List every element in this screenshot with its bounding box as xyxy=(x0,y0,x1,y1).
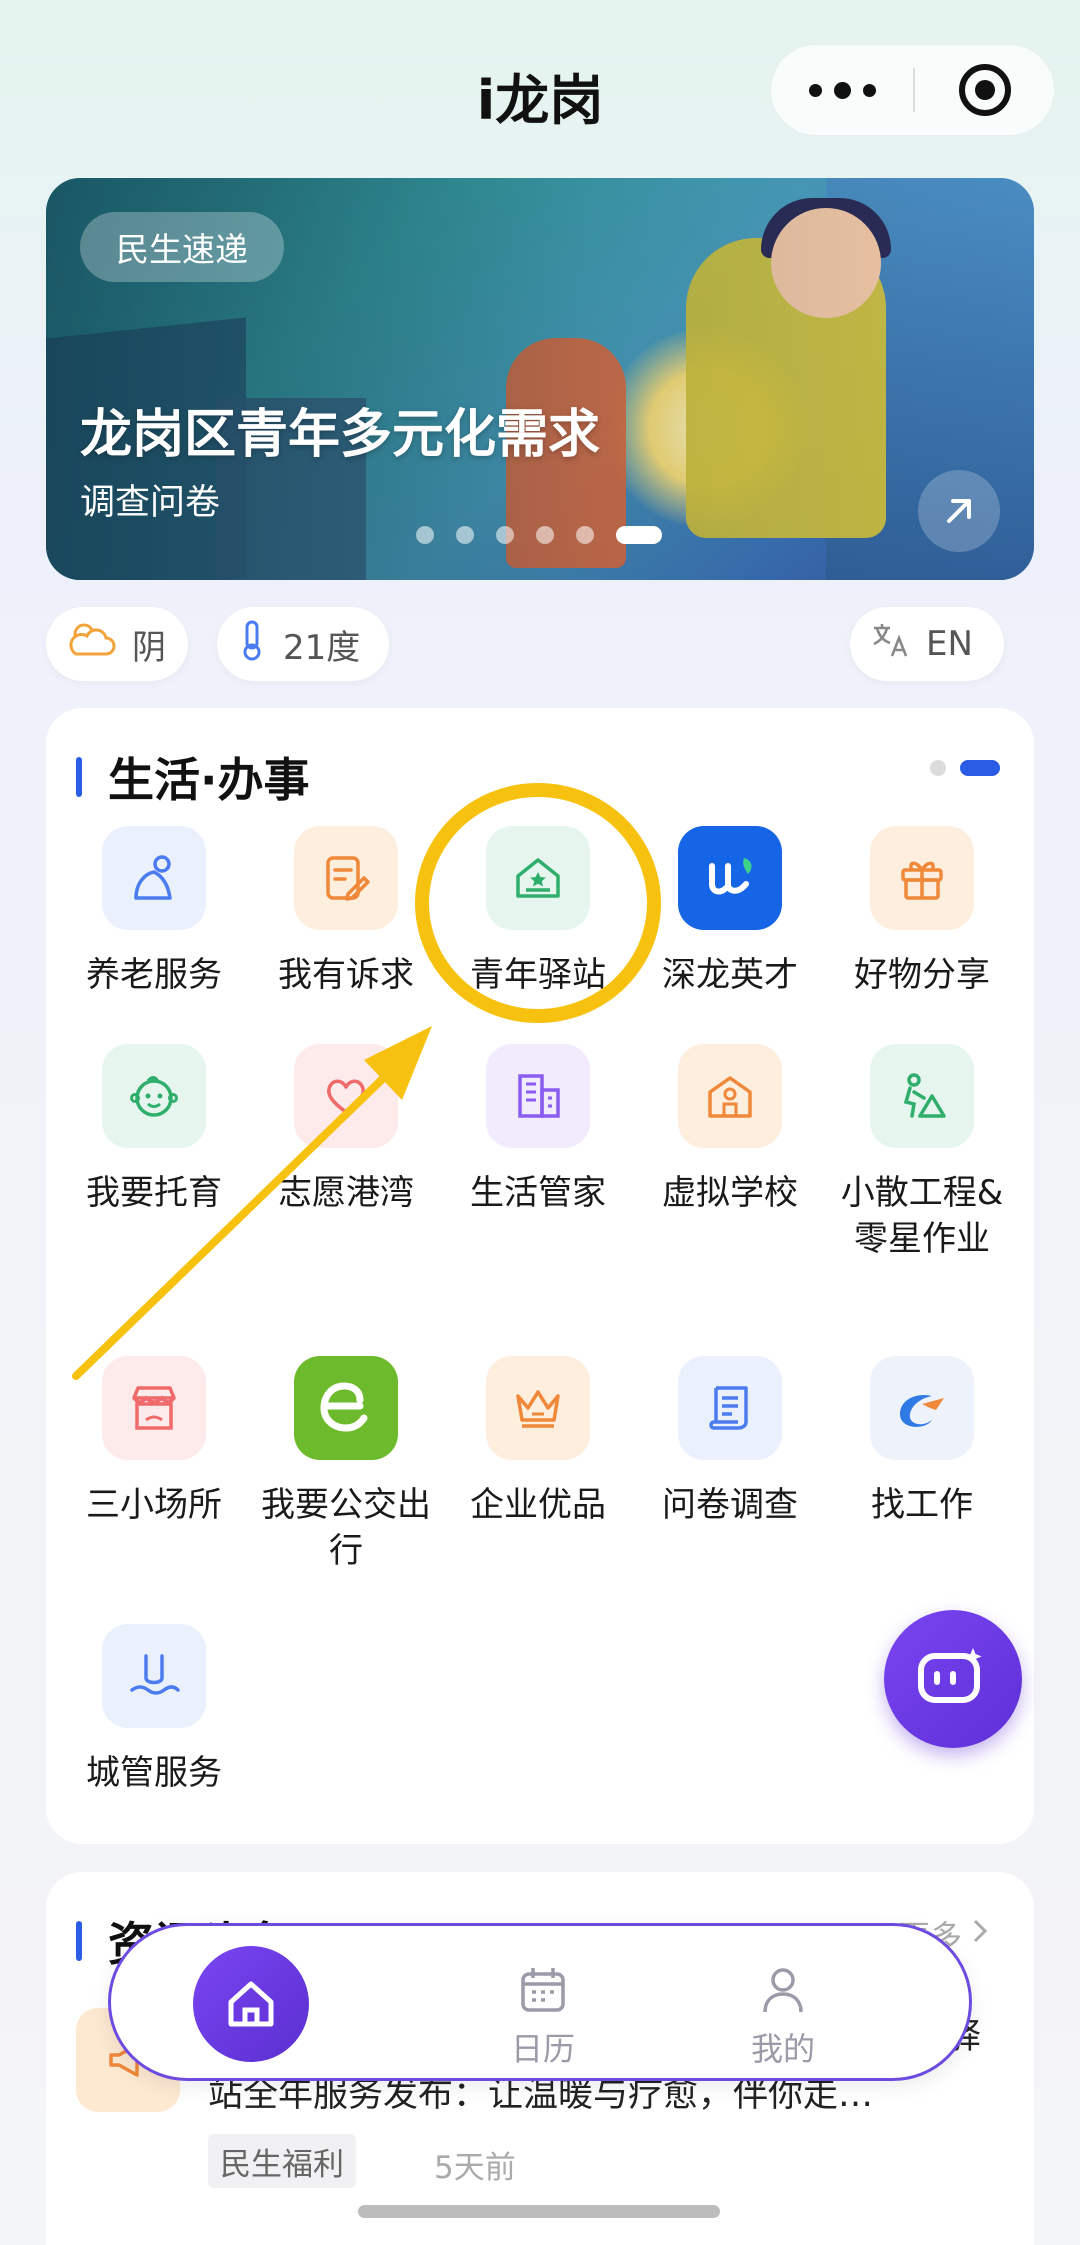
section-accent-bar xyxy=(76,1921,82,1961)
page-dot-active xyxy=(960,760,1000,776)
bottom-tab-bar: 日历 我的 xyxy=(108,1923,972,2081)
target-circle-icon[interactable] xyxy=(915,45,1054,135)
promo-banner[interactable]: 民生速递 龙岗区青年多元化需求 调查问卷 xyxy=(46,178,1034,580)
service-city-management[interactable]: 城管服务 xyxy=(58,1624,250,1796)
banner-title: 龙岗区青年多元化需求 xyxy=(80,405,601,465)
service-survey[interactable]: 问卷调查 xyxy=(634,1356,826,1528)
baby-face-icon xyxy=(102,1044,206,1148)
banner-pagination xyxy=(416,526,662,544)
service-label: 生活管家 xyxy=(470,1173,606,1213)
service-virtual-school[interactable]: 虚拟学校 xyxy=(634,1044,826,1216)
temperature-label: 21度 xyxy=(283,627,361,668)
service-label: 城管服务 xyxy=(86,1753,222,1793)
service-bus-travel[interactable]: 我要公交出行 xyxy=(250,1356,442,1574)
service-enterprise-goods[interactable]: 企业优品 xyxy=(442,1356,634,1528)
elderly-care-icon xyxy=(102,826,206,930)
gift-icon xyxy=(870,826,974,930)
tab-label: 日历 xyxy=(510,2030,575,2068)
thermometer-icon xyxy=(237,619,267,670)
banner-dot xyxy=(576,526,594,544)
home-icon xyxy=(193,1946,309,2062)
service-label: 三小场所 xyxy=(86,1485,222,1525)
service-label: 好物分享 xyxy=(854,955,990,995)
more-dots-icon[interactable] xyxy=(771,45,913,135)
service-label: 深龙英才 xyxy=(662,955,798,995)
note-edit-icon xyxy=(294,826,398,930)
service-childcare[interactable]: 我要托育 xyxy=(58,1044,250,1216)
banner-dot xyxy=(416,526,434,544)
banner-tag: 民生速递 xyxy=(80,212,284,282)
shop-icon xyxy=(102,1356,206,1460)
service-elderly-care[interactable]: 养老服务 xyxy=(58,826,250,998)
language-switch[interactable]: EN xyxy=(850,607,1004,681)
banner-dot xyxy=(496,526,514,544)
service-label: 志愿港湾 xyxy=(278,1173,414,1213)
banner-dot xyxy=(536,526,554,544)
temperature-chip[interactable]: 21度 xyxy=(217,607,389,681)
tab-home[interactable] xyxy=(193,1926,343,2078)
service-label: 青年驿站 xyxy=(470,955,606,995)
section-accent-bar xyxy=(76,757,82,797)
job-logo-icon xyxy=(870,1356,974,1460)
service-complaint[interactable]: 我有诉求 xyxy=(250,826,442,998)
tab-label: 我的 xyxy=(750,2030,815,2068)
banner-subtitle: 调查问卷 xyxy=(80,483,221,523)
service-volunteer[interactable]: 志愿港湾 xyxy=(250,1044,442,1216)
ai-assistant-icon xyxy=(913,1642,993,1716)
house-star-icon xyxy=(486,826,590,930)
construction-worker-icon xyxy=(870,1044,974,1148)
service-life-butler[interactable]: 生活管家 xyxy=(442,1044,634,1216)
services-pagination xyxy=(930,760,1000,776)
service-talent[interactable]: 深龙英才 xyxy=(634,826,826,998)
header: i龙岗 xyxy=(0,0,1080,175)
service-label: 养老服务 xyxy=(86,955,222,995)
banner-dot xyxy=(456,526,474,544)
person-icon xyxy=(757,1964,809,2016)
section-title: 生活·办事 xyxy=(108,753,310,807)
service-label: 我有诉求 xyxy=(278,955,414,995)
heart-hand-icon xyxy=(294,1044,398,1148)
service-label: 我要托育 xyxy=(86,1173,222,1213)
news-tag: 民生福利 xyxy=(208,2134,356,2188)
mini-program-capsule xyxy=(770,44,1055,136)
service-label: 问卷调查 xyxy=(662,1485,798,1525)
talent-logo-icon xyxy=(678,826,782,930)
service-label: 企业优品 xyxy=(470,1485,606,1525)
home-indicator xyxy=(358,2205,720,2218)
service-label: 虚拟学校 xyxy=(662,1173,798,1213)
service-goods-share[interactable]: 好物分享 xyxy=(826,826,1018,998)
weather-label: 阴 xyxy=(132,627,166,668)
service-find-job[interactable]: 找工作 xyxy=(826,1356,1018,1528)
bus-e-logo-icon xyxy=(294,1356,398,1460)
tab-calendar[interactable]: 日历 xyxy=(433,1926,653,2078)
page-dot xyxy=(930,760,946,776)
water-wave-icon xyxy=(102,1624,206,1728)
service-label: 我要公交出行 xyxy=(261,1485,431,1571)
chevron-right-icon xyxy=(970,1916,990,1954)
service-small-venues[interactable]: 三小场所 xyxy=(58,1356,250,1528)
service-label: 找工作 xyxy=(871,1485,973,1525)
tab-profile[interactable]: 我的 xyxy=(673,1926,893,2078)
service-youth-station[interactable]: 青年驿站 xyxy=(442,826,634,998)
weather-chip[interactable]: 阴 xyxy=(46,607,188,681)
scroll-survey-icon xyxy=(678,1356,782,1460)
section-header: 生活·办事 xyxy=(76,744,309,810)
cloudy-icon xyxy=(66,620,116,669)
language-label: EN xyxy=(926,624,973,664)
school-icon xyxy=(678,1044,782,1148)
service-label: 小散工程&零星作业 xyxy=(840,1173,1004,1259)
building-icon xyxy=(486,1044,590,1148)
calendar-icon xyxy=(517,1964,569,2016)
translate-icon xyxy=(870,620,910,669)
crown-icon xyxy=(486,1356,590,1460)
banner-dot-active xyxy=(616,526,662,544)
ai-assistant-button[interactable] xyxy=(884,1610,1022,1748)
service-minor-construction[interactable]: 小散工程&零星作业 xyxy=(826,1044,1018,1262)
arrow-up-right-icon[interactable] xyxy=(918,470,1000,552)
news-time: 5天前 xyxy=(434,2150,516,2186)
